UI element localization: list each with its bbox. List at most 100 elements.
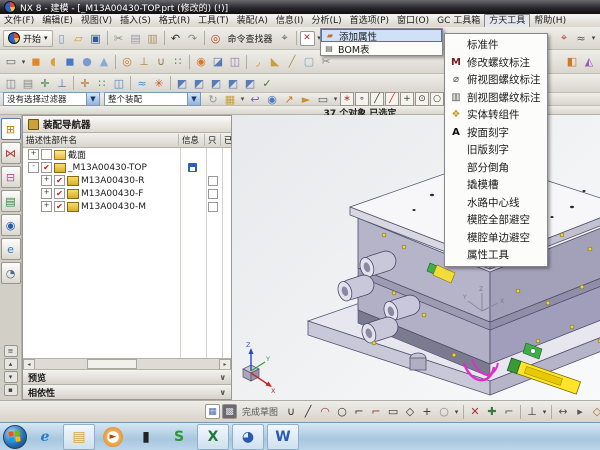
chevron-down-icon[interactable]: ▼ [86,93,99,105]
undo-selection-icon[interactable]: ↩ [247,91,263,107]
quick-extend-icon[interactable]: ✚ [484,404,500,420]
rectangle-icon[interactable]: ▭ [385,404,401,420]
menu-item-cavity-full-relief[interactable]: 模腔全部避空 [445,211,547,229]
new-file-icon[interactable]: ▯ [54,30,70,46]
scroll-right-icon[interactable]: ▸ [219,359,231,370]
tree-row-component-m[interactable]: + ✔ M13A00430-M [23,200,231,213]
show-degrees-of-freedom-icon[interactable]: ◩ [191,75,207,91]
chamfer-icon[interactable]: ◣ [267,54,283,70]
cylinder-icon[interactable]: ● [79,54,95,70]
open-folder-icon[interactable]: ▱ [71,30,87,46]
column-info[interactable]: 信息 [179,134,205,146]
word-icon[interactable]: W [267,424,299,450]
refresh-icon[interactable]: ↻ [205,91,221,107]
sketch-in-task-icon[interactable]: ≈ [573,30,589,46]
menu-item-bom-table[interactable]: ▤ BOM表 [321,42,442,55]
scroll-left-icon[interactable]: ◂ [23,359,35,370]
messenger-icon[interactable]: S [164,425,194,449]
assembly-navigator-tab-icon[interactable]: ⊞ [1,118,21,140]
menu-item-attribute-tools[interactable]: 属性工具 [445,246,547,264]
expand-icon[interactable]: + [28,149,39,160]
highlight-dropdown-icon[interactable]: ▾ [239,91,246,107]
menu-assemblies[interactable]: 装配(A) [233,15,272,27]
sketch-icon[interactable]: ▭ [3,54,19,70]
control-point-icon[interactable]: ╱ [385,92,399,106]
curve-dropdown-icon[interactable]: ▾ [453,404,460,420]
column-extra[interactable]: 已 [221,134,231,146]
menu-help[interactable]: 帮助(H) [530,15,570,27]
cone-icon[interactable]: ▲ [96,54,112,70]
expand-icon[interactable]: + [41,188,52,199]
resource-down-icon[interactable]: ▾ [4,371,18,383]
tree-row-component-r[interactable]: + ✔ M13A00430-R [23,174,231,187]
tree-row-label[interactable]: _M13A00430-TOP [68,163,179,173]
scrollbar-thumb[interactable] [87,359,137,369]
offset-curve-icon[interactable]: ○ [436,404,452,420]
menu-preferences[interactable]: 首选项(P) [346,15,393,27]
tree-row-label[interactable]: 截面 [68,148,179,161]
checkbox-unchecked-icon[interactable] [41,149,52,160]
expand-icon[interactable]: + [41,175,52,186]
history-tab-icon[interactable]: ◔ [1,262,21,284]
shell-icon[interactable]: ▢ [301,54,317,70]
start-orb[interactable] [3,425,27,449]
arc-center-icon[interactable]: ⊙ [415,92,429,106]
resource-dock-icon[interactable]: ≡ [4,345,18,357]
menu-item-solid-to-component[interactable]: ❖ 实体转组件 [445,106,547,124]
sketch-grid-icon[interactable]: ▩ [222,404,237,419]
boss-icon[interactable]: ⊥ [136,54,152,70]
device-icon[interactable]: ▮ [131,425,161,449]
check-valid-icon[interactable]: ✓ [259,75,275,91]
menu-item-waterline-centerline[interactable]: 水路中心线 [445,194,547,212]
menu-window[interactable]: 窗口(O) [393,15,433,27]
menu-item-legacy-engrave[interactable]: 旧版刻字 [445,141,547,159]
constraint-navigator-tab-icon[interactable]: ⋈ [1,142,21,164]
interference-check-icon[interactable]: ◩ [208,75,224,91]
excel-icon[interactable]: X [197,424,229,450]
resource-collapse-icon[interactable]: ▪ [4,384,18,396]
command-finder-icon[interactable]: ◎ [208,30,224,46]
pocket-icon[interactable]: ∪ [153,54,169,70]
readonly-checkbox[interactable] [208,189,218,199]
pattern-component-icon[interactable]: ∷ [94,75,110,91]
find-component-icon[interactable]: ◫ [3,75,19,91]
copy-icon[interactable]: ▤ [128,30,144,46]
move-face-icon[interactable]: ◧ [564,54,580,70]
profile-icon[interactable]: ∪ [283,404,299,420]
quadrant-point-icon[interactable]: ○ [430,92,444,106]
menu-analysis[interactable]: 分析(L) [308,15,346,27]
menu-item-top-view-thread-callout[interactable]: ⌀ 俯视图螺纹标注 [445,71,547,89]
checkbox-checked-icon[interactable]: ✔ [54,175,65,186]
tree-row-component-f[interactable]: + ✔ M13A00430-F [23,187,231,200]
circle-icon[interactable]: ○ [334,404,350,420]
menu-item-pry-slot[interactable]: 撬模槽 [445,176,547,194]
assembly-constraints-icon[interactable]: ⊥ [54,75,70,91]
web-browser-tab-icon[interactable]: e [1,238,21,260]
preview-section-bar[interactable]: 预览 ∨ [23,369,231,384]
polygon-icon[interactable]: ◇ [402,404,418,420]
pan-view-icon[interactable]: ◉ [264,91,280,107]
menu-item-section-view-thread-callout[interactable]: ▥ 剖视图螺纹标注 [445,89,547,107]
more-sketch-tools-icon[interactable]: ▸ [572,404,588,420]
constraints-dropdown-icon[interactable]: ▾ [541,404,548,420]
checkbox-checked-icon[interactable]: ✔ [54,188,65,199]
readonly-checkbox[interactable] [208,202,218,212]
snap-point-icon[interactable]: ∗ [340,92,354,106]
rotate-view-icon[interactable]: ↗ [281,91,297,107]
hole-icon[interactable]: ◎ [119,54,135,70]
pattern-feature-icon[interactable]: ∷ [170,54,186,70]
menu-format[interactable]: 格式(R) [155,15,194,27]
menu-item-cavity-single-side-relief[interactable]: 模腔单边避空 [445,229,547,247]
geometric-constraints-icon[interactable]: ⊥ [524,404,540,420]
remember-constraints-icon[interactable]: ◩ [174,75,190,91]
cut-icon[interactable]: ✂ [111,30,127,46]
collapse-icon[interactable]: - [28,162,39,173]
chevron-down-icon[interactable]: ▼ [187,93,200,105]
edge-blend-icon[interactable]: ◞ [250,54,266,70]
select-cursor-icon[interactable]: ► [298,91,314,107]
menu-fangtian-tools[interactable]: 方天工具 [484,14,530,28]
end-point-icon[interactable]: ∘ [355,92,369,106]
expand-icon[interactable]: + [41,201,52,212]
datum-plane-icon[interactable]: ◇ [589,404,600,420]
menu-insert[interactable]: 插入(S) [116,15,155,27]
